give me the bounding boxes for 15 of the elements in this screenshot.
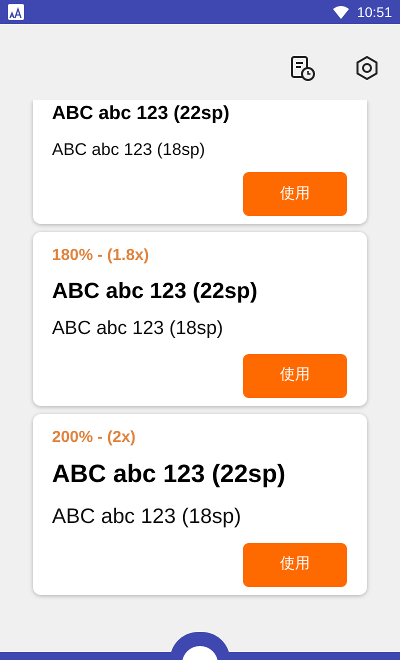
- sample-text: ABC abc 123 (18sp): [52, 317, 224, 341]
- use-button[interactable]: 使用: [243, 542, 347, 586]
- use-button[interactable]: 使用: [243, 172, 347, 216]
- history-icon[interactable]: [288, 53, 318, 83]
- clock-time: 10:51: [356, 2, 392, 22]
- sample-heading: ABC abc 123 (22sp): [52, 102, 230, 126]
- scale-label: 200% - (2x): [52, 428, 137, 448]
- app-icon: [8, 4, 24, 20]
- sample-text: ABC abc 123 (18sp): [52, 138, 206, 160]
- sample-heading: ABC abc 123 (22sp): [52, 458, 286, 490]
- use-button[interactable]: 使用: [243, 354, 347, 398]
- wifi-icon: [332, 6, 349, 18]
- sample-text: ABC abc 123 (18sp): [52, 504, 242, 530]
- scale-label: 180% - (1.8x): [52, 246, 150, 266]
- sample-heading: ABC abc 123 (22sp): [52, 277, 258, 305]
